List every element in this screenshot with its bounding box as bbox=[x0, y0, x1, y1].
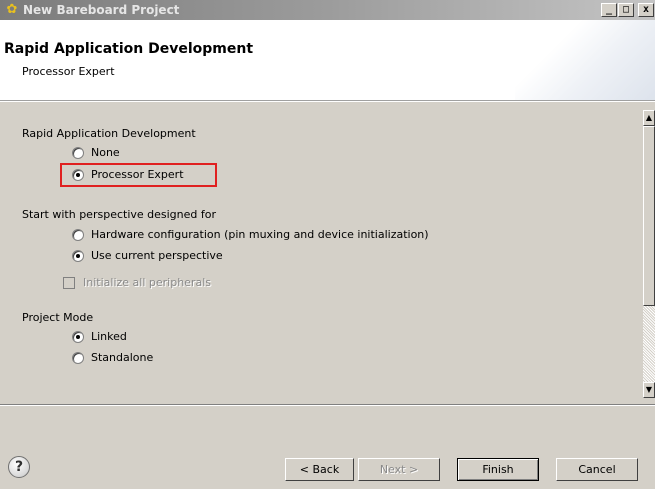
vertical-scrollbar[interactable]: ▲ ▼ bbox=[643, 110, 655, 398]
app-icon: ✿ bbox=[6, 2, 18, 17]
window-title: New Bareboard Project bbox=[23, 3, 180, 17]
radio-mode-linked[interactable]: Linked bbox=[72, 330, 127, 343]
radio-button[interactable] bbox=[72, 228, 84, 241]
radio-perspective-hardware[interactable]: Hardware configuration (pin muxing and d… bbox=[72, 228, 429, 241]
radio-rad-processor-expert[interactable]: Processor Expert bbox=[72, 168, 184, 181]
header-banner: Rapid Application Development Processor … bbox=[0, 20, 655, 101]
options-panel: Rapid Application Development None Proce… bbox=[0, 102, 643, 402]
radio-label: Hardware configuration (pin muxing and d… bbox=[91, 228, 429, 241]
back-button[interactable]: < Back bbox=[285, 458, 354, 481]
radio-mode-standalone[interactable]: Standalone bbox=[72, 351, 153, 364]
radio-perspective-current[interactable]: Use current perspective bbox=[72, 249, 223, 262]
scroll-down-icon[interactable]: ▼ bbox=[643, 382, 655, 398]
rad-group-label: Rapid Application Development bbox=[22, 127, 196, 140]
scroll-up-icon[interactable]: ▲ bbox=[643, 110, 655, 126]
radio-label: Linked bbox=[91, 330, 127, 343]
scroll-thumb[interactable] bbox=[643, 126, 655, 306]
close-button[interactable]: x bbox=[638, 3, 654, 17]
wizard-window: ✿ New Bareboard Project _ □ x Rapid Appl… bbox=[0, 0, 655, 489]
title-bar[interactable]: ✿ New Bareboard Project _ □ x bbox=[0, 0, 655, 20]
scroll-track[interactable] bbox=[643, 306, 655, 382]
checkbox bbox=[63, 276, 75, 289]
radio-label: Use current perspective bbox=[91, 249, 223, 262]
radio-button[interactable] bbox=[72, 351, 84, 364]
checkbox-initialize-peripherals: Initialize all peripherals bbox=[63, 276, 211, 289]
page-subtitle: Processor Expert bbox=[22, 65, 115, 78]
radio-rad-none[interactable]: None bbox=[72, 146, 120, 159]
footer-divider-highlight bbox=[0, 405, 655, 406]
checkbox-label: Initialize all peripherals bbox=[83, 276, 211, 289]
finish-button[interactable]: Finish bbox=[457, 458, 539, 481]
radio-label: Standalone bbox=[91, 351, 154, 364]
radio-label: Processor Expert bbox=[91, 168, 184, 181]
help-icon[interactable]: ? bbox=[8, 456, 30, 478]
radio-button[interactable] bbox=[72, 330, 84, 343]
maximize-button[interactable]: □ bbox=[618, 3, 634, 17]
mode-group-label: Project Mode bbox=[22, 311, 94, 324]
perspective-group-label: Start with perspective designed for bbox=[22, 208, 217, 221]
minimize-button[interactable]: _ bbox=[601, 3, 617, 17]
cancel-button[interactable]: Cancel bbox=[556, 458, 638, 481]
radio-button[interactable] bbox=[72, 146, 84, 159]
radio-button[interactable] bbox=[72, 249, 84, 262]
page-title: Rapid Application Development bbox=[4, 41, 254, 57]
radio-label: None bbox=[91, 146, 120, 159]
next-button[interactable]: Next > bbox=[358, 458, 440, 481]
banner-decoration bbox=[515, 20, 655, 100]
radio-button[interactable] bbox=[72, 168, 84, 181]
